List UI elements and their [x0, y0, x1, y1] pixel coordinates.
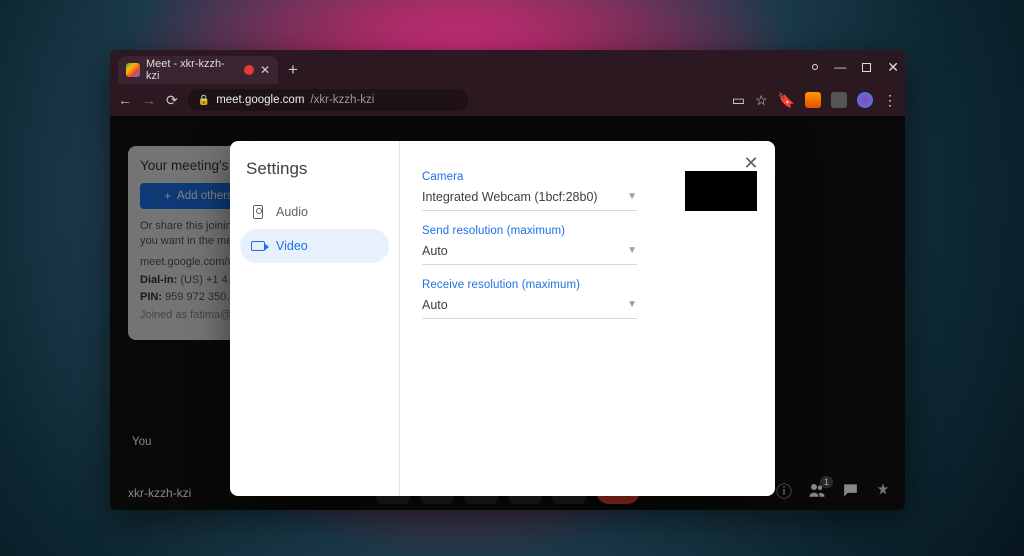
camera-value: Integrated Webcam (1bcf:28b0) [422, 190, 598, 204]
camera-select[interactable]: Integrated Webcam (1bcf:28b0) ▼ [422, 183, 637, 211]
window-controls: — ✕ [812, 50, 899, 84]
settings-tab-video[interactable]: Video [240, 229, 389, 263]
titlebar: Meet - xkr-kzzh-kzi ✕ + — ✕ [110, 50, 905, 84]
page-content: Your meeting's ready 👤+ Add others Or sh… [110, 116, 905, 510]
window-close-button[interactable]: ✕ [887, 59, 899, 76]
extension-off-icon[interactable] [805, 92, 821, 108]
speaker-icon [253, 205, 263, 219]
receive-resolution-label: Receive resolution (maximum) [422, 279, 757, 291]
settings-tab-video-label: Video [276, 239, 308, 253]
omnibox[interactable]: 🔒 meet.google.com/xkr-kzzh-kzi [188, 89, 468, 111]
kebab-menu-icon[interactable]: ⋮ [883, 92, 897, 109]
send-resolution-select[interactable]: Auto ▼ [422, 237, 637, 265]
send-resolution-value: Auto [422, 244, 448, 258]
forward-button[interactable]: → [142, 92, 156, 108]
browser-window: Meet - xkr-kzzh-kzi ✕ + — ✕ ← → ⟳ 🔒 meet… [110, 50, 905, 510]
settings-sidebar: Settings Audio Video [230, 141, 400, 496]
send-resolution-label: Send resolution (maximum) [422, 225, 757, 237]
maximize-button[interactable] [862, 63, 871, 72]
videocam-icon [251, 241, 265, 251]
lock-icon: 🔒 [198, 95, 210, 106]
receive-resolution-field: Receive resolution (maximum) Auto ▼ [422, 279, 757, 319]
url-bar: ← → ⟳ 🔒 meet.google.com/xkr-kzzh-kzi ▭ ☆… [110, 84, 905, 116]
extension-tag-icon[interactable]: 🔖 [778, 92, 795, 109]
minimize-button[interactable]: — [834, 60, 846, 74]
settings-title: Settings [246, 159, 385, 179]
browser-tab[interactable]: Meet - xkr-kzzh-kzi ✕ [118, 56, 278, 84]
extensions-puzzle-icon[interactable] [831, 92, 847, 108]
chevron-down-icon: ▼ [627, 245, 637, 256]
send-resolution-field: Send resolution (maximum) Auto ▼ [422, 225, 757, 265]
url-host: meet.google.com [216, 94, 304, 106]
back-button[interactable]: ← [118, 92, 132, 108]
cast-icon[interactable]: ▭ [732, 92, 745, 109]
chevron-down-icon: ▼ [627, 299, 637, 310]
settings-tab-audio[interactable]: Audio [240, 195, 389, 229]
meet-favicon-icon [126, 63, 140, 77]
settings-dialog: Settings Audio Video ✕ Camera Integrated… [230, 141, 775, 496]
bookmark-star-icon[interactable]: ☆ [755, 92, 768, 109]
new-tab-button[interactable]: + [288, 60, 298, 80]
settings-tab-audio-label: Audio [276, 205, 308, 219]
recording-indicator-icon [244, 65, 254, 75]
tab-close-icon[interactable]: ✕ [260, 63, 270, 77]
tab-title: Meet - xkr-kzzh-kzi [146, 58, 238, 82]
reload-button[interactable]: ⟳ [166, 92, 178, 109]
chevron-down-icon: ▼ [627, 191, 637, 202]
account-indicator-icon[interactable] [812, 64, 818, 70]
receive-resolution-value: Auto [422, 298, 448, 312]
receive-resolution-select[interactable]: Auto ▼ [422, 291, 637, 319]
url-path: /xkr-kzzh-kzi [310, 94, 374, 106]
camera-preview [685, 171, 757, 211]
profile-avatar-icon[interactable] [857, 92, 873, 108]
settings-panel: ✕ Camera Integrated Webcam (1bcf:28b0) ▼… [400, 141, 775, 496]
